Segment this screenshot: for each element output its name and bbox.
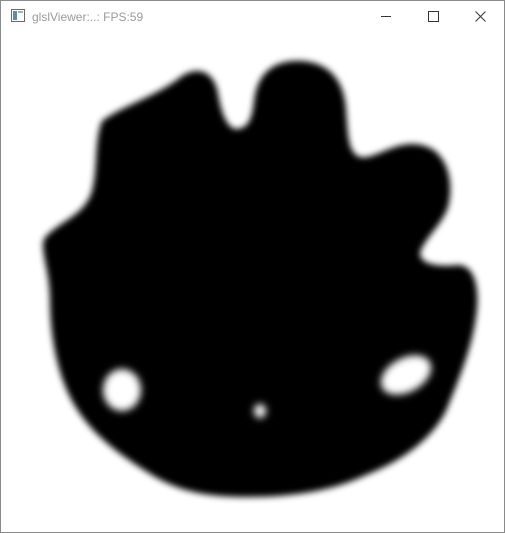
render-viewport[interactable]: [2, 32, 502, 530]
app-window: glslViewer:..: FPS:59: [0, 0, 505, 533]
render-output-blob: [43, 60, 478, 497]
minimize-icon: [380, 16, 391, 17]
window-title: glslViewer:..: FPS:59: [32, 10, 144, 24]
title-bar[interactable]: glslViewer:..: FPS:59: [1, 1, 504, 32]
minimize-button[interactable]: [363, 1, 409, 32]
maximize-button[interactable]: [410, 1, 456, 32]
close-button[interactable]: [457, 1, 503, 32]
app-icon: [11, 9, 25, 22]
maximize-icon: [427, 11, 439, 22]
close-icon: [474, 11, 486, 22]
